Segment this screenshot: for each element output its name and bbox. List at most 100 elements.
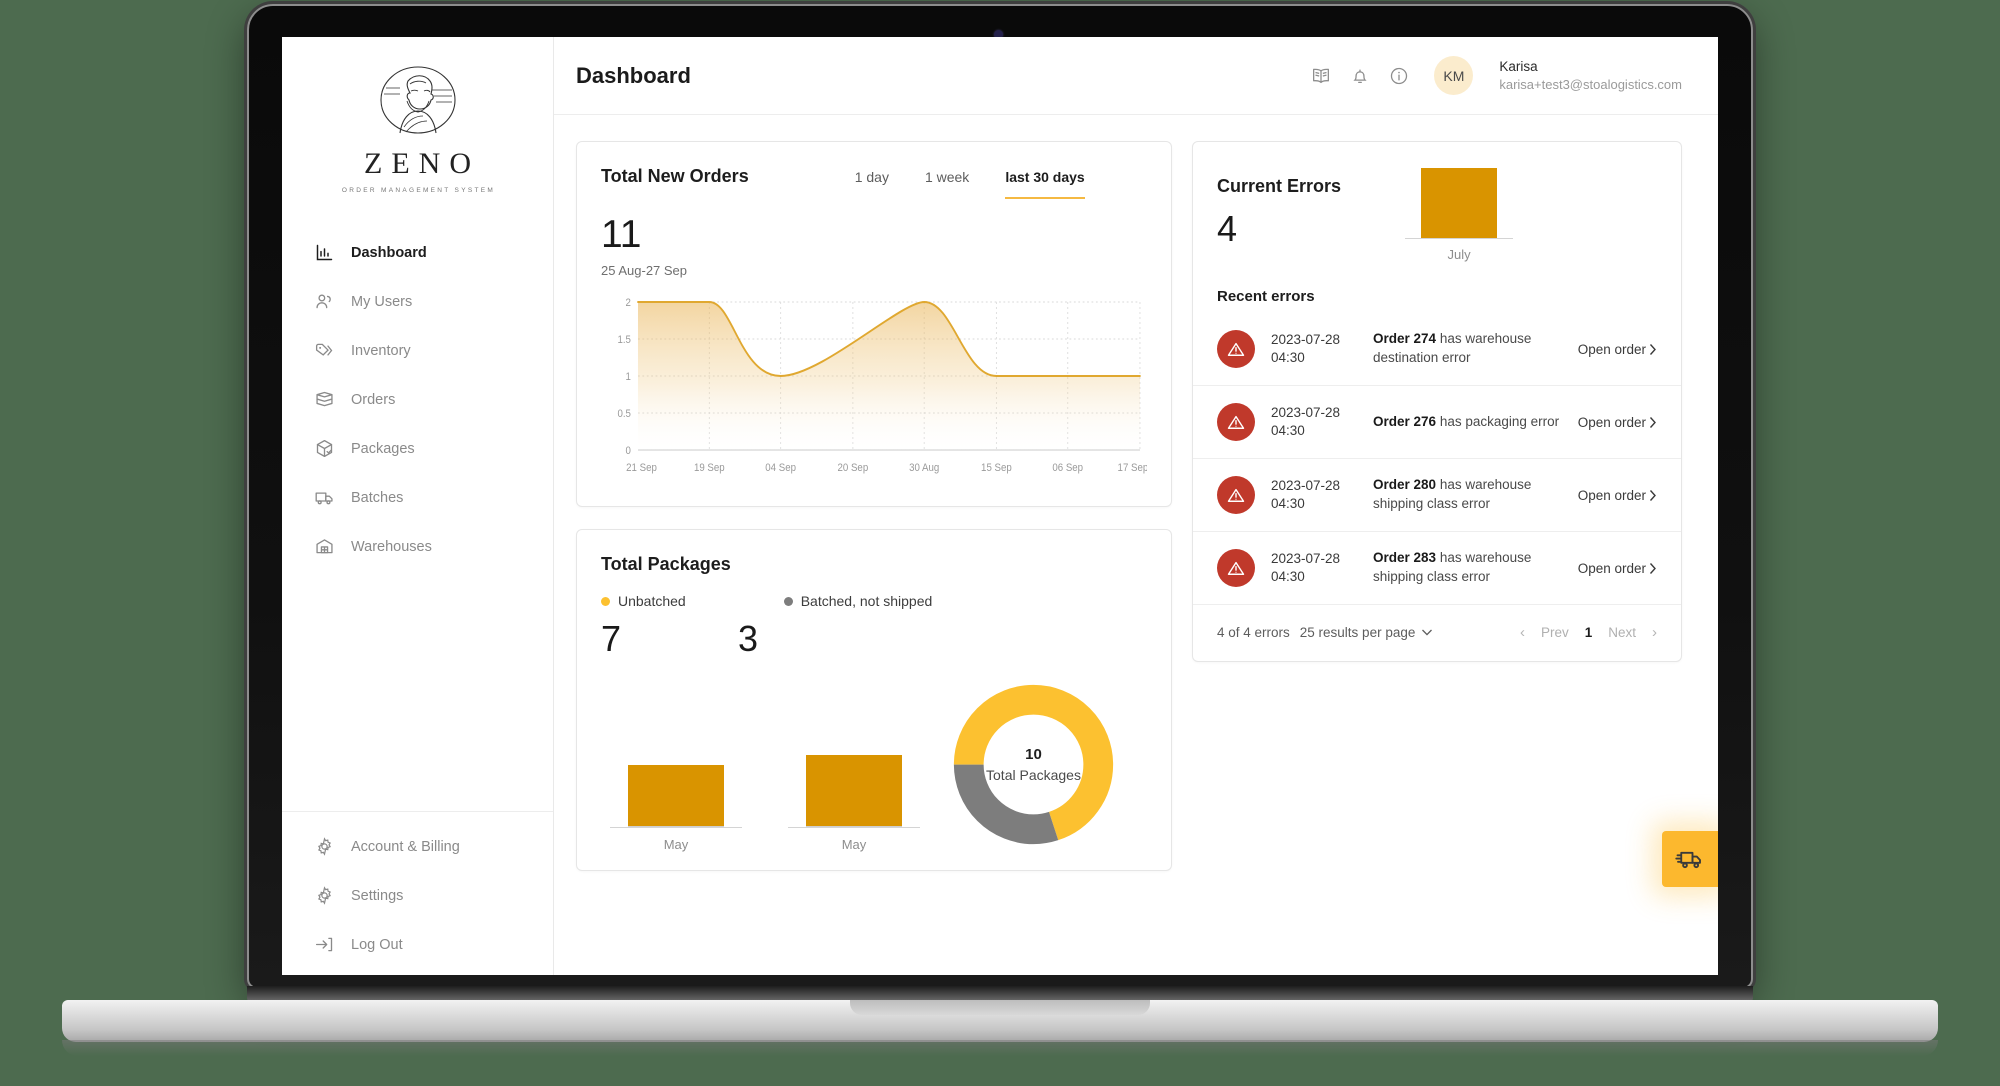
warning-icon bbox=[1217, 330, 1255, 368]
laptop-base-shadow bbox=[62, 1040, 1938, 1056]
error-timestamp: 2023-07-28 04:30 bbox=[1271, 550, 1357, 586]
sidebar-item-packages[interactable]: Packages bbox=[282, 424, 553, 473]
sidebar-item-label: Account & Billing bbox=[351, 838, 460, 855]
top-bar-actions: KM Karisa karisa+test3@stoalogistics.com bbox=[1310, 56, 1682, 95]
table-row[interactable]: 2023-07-28 04:30 Order 280 has warehouse… bbox=[1193, 459, 1681, 532]
book-icon[interactable] bbox=[1310, 65, 1332, 87]
avatar-initials: KM bbox=[1443, 67, 1465, 84]
warning-triangle-icon bbox=[1227, 561, 1245, 575]
legend-label: Unbatched bbox=[618, 593, 686, 609]
errors-bar-chart: July bbox=[1405, 168, 1514, 262]
warning-triangle-icon bbox=[1227, 342, 1245, 356]
error-order-id: Order 274 bbox=[1373, 331, 1437, 347]
warning-triangle-icon bbox=[1227, 488, 1245, 502]
chevron-down-icon bbox=[1422, 629, 1433, 636]
bar-axis bbox=[610, 827, 742, 828]
philosopher-bust-icon bbox=[379, 66, 456, 134]
error-order-id: Order 276 bbox=[1373, 413, 1437, 429]
pagination-prev[interactable]: Prev bbox=[1541, 625, 1569, 640]
chevron-right-icon bbox=[1649, 562, 1656, 574]
total-new-orders-card: Total New Orders 1 day 1 week last 30 da… bbox=[576, 141, 1172, 507]
chevron-right-icon bbox=[1649, 489, 1656, 501]
open-order-link[interactable]: Open order bbox=[1578, 488, 1657, 503]
error-date: 2023-07-28 bbox=[1271, 550, 1341, 566]
sidebar-item-dashboard[interactable]: Dashboard bbox=[282, 228, 553, 277]
bar-unbatched bbox=[628, 765, 724, 827]
sidebar-item-orders[interactable]: Orders bbox=[282, 375, 553, 424]
brand-logo[interactable]: ZENO ORDER MANAGEMENT SYSTEM bbox=[282, 51, 553, 228]
info-icon[interactable] bbox=[1388, 65, 1410, 87]
pagination-page-1[interactable]: 1 bbox=[1585, 625, 1593, 640]
batched-value: 3 bbox=[738, 618, 759, 659]
error-timestamp: 2023-07-28 04:30 bbox=[1271, 331, 1357, 367]
open-order-link[interactable]: Open order bbox=[1578, 342, 1657, 357]
bar-july bbox=[1421, 168, 1498, 238]
error-time: 04:30 bbox=[1271, 350, 1305, 365]
table-row[interactable]: 2023-07-28 04:30 Order 274 has warehouse… bbox=[1193, 313, 1681, 386]
right-column: Current Errors 4 July Recent errors 2023… bbox=[1192, 141, 1682, 662]
user-info[interactable]: Karisa karisa+test3@stoalogistics.com bbox=[1499, 58, 1682, 93]
tab-1-day[interactable]: 1 day bbox=[855, 169, 889, 199]
shipping-fab-button[interactable] bbox=[1662, 831, 1718, 887]
bar-axis bbox=[788, 827, 920, 828]
packages-legend: Unbatched Batched, not shipped bbox=[601, 593, 1147, 609]
current-errors-card: Current Errors 4 July Recent errors 2023… bbox=[1192, 141, 1682, 662]
open-order-link[interactable]: Open order bbox=[1578, 561, 1657, 576]
tab-1-week[interactable]: 1 week bbox=[925, 169, 969, 199]
sidebar-item-my-users[interactable]: My Users bbox=[282, 277, 553, 326]
bell-icon[interactable] bbox=[1349, 65, 1371, 87]
svg-text:04 Sep: 04 Sep bbox=[765, 463, 796, 475]
sidebar-item-label: Packages bbox=[351, 440, 415, 457]
svg-text:2: 2 bbox=[626, 298, 632, 310]
users-icon bbox=[316, 294, 331, 309]
donut-svg bbox=[953, 684, 1114, 845]
warning-triangle-icon bbox=[1227, 415, 1245, 429]
error-date: 2023-07-28 bbox=[1271, 331, 1341, 347]
error-order-id: Order 280 bbox=[1373, 477, 1437, 493]
tag-icon bbox=[315, 343, 333, 356]
pagination-controls: ‹ Prev 1 Next › bbox=[1520, 624, 1657, 641]
svg-text:19 Sep: 19 Sep bbox=[694, 463, 725, 475]
pagination: 4 of 4 errors 25 results per page ‹ Prev… bbox=[1193, 605, 1681, 661]
pagination-next[interactable]: Next bbox=[1608, 625, 1636, 640]
table-row[interactable]: 2023-07-28 04:30 Order 276 has packaging… bbox=[1193, 386, 1681, 459]
table-row[interactable]: 2023-07-28 04:30 Order 283 has warehouse… bbox=[1193, 532, 1681, 605]
sidebar-item-warehouses[interactable]: Warehouses bbox=[282, 522, 553, 571]
svg-text:1: 1 bbox=[626, 372, 632, 384]
main-area: Dashboard KM Karisa karisa+test3@stoalog… bbox=[554, 37, 1718, 975]
sidebar-item-inventory[interactable]: Inventory bbox=[282, 326, 553, 375]
sidebar-item-label: Inventory bbox=[351, 342, 411, 359]
error-date: 2023-07-28 bbox=[1271, 404, 1341, 420]
svg-text:06 Sep: 06 Sep bbox=[1052, 463, 1083, 475]
sidebar-item-settings[interactable]: Settings bbox=[282, 871, 553, 920]
sidebar-item-account-billing[interactable]: Account & Billing bbox=[282, 822, 553, 871]
svg-text:20 Sep: 20 Sep bbox=[838, 463, 869, 475]
orders-date-range: 25 Aug-27 Sep bbox=[601, 263, 688, 278]
bar-axis bbox=[1405, 238, 1514, 239]
bar-label: May bbox=[663, 837, 689, 852]
packages-donut-chart: 10 Total Packages bbox=[946, 677, 1121, 852]
user-name: Karisa bbox=[1499, 59, 1538, 75]
pagination-next-arrow[interactable]: › bbox=[1652, 624, 1657, 641]
secondary-navigation: Account & Billing Settings Log Out bbox=[282, 811, 553, 975]
pagination-summary: 4 of 4 errors bbox=[1217, 625, 1290, 640]
card-title: Current Errors bbox=[1217, 176, 1342, 196]
svg-text:0: 0 bbox=[626, 446, 632, 458]
bar-batched bbox=[806, 755, 902, 827]
tab-last-30-days[interactable]: last 30 days bbox=[1005, 169, 1085, 199]
sidebar-item-log-out[interactable]: Log Out bbox=[282, 920, 553, 969]
open-order-label: Open order bbox=[1577, 341, 1646, 357]
pagination-prev-arrow[interactable]: ‹ bbox=[1520, 624, 1525, 641]
bar-chart-icon bbox=[316, 244, 333, 261]
dashboard-content: Total New Orders 1 day 1 week last 30 da… bbox=[554, 115, 1718, 975]
open-order-label: Open order bbox=[1577, 487, 1646, 503]
avatar[interactable]: KM bbox=[1434, 56, 1474, 95]
open-order-link[interactable]: Open order bbox=[1578, 415, 1657, 430]
sidebar-item-batches[interactable]: Batches bbox=[282, 473, 553, 522]
chevron-right-icon bbox=[1649, 343, 1656, 355]
screenshot-scene: ZENO ORDER MANAGEMENT SYSTEM Dashboard M… bbox=[0, 0, 2000, 1086]
results-per-page-select[interactable]: 25 results per page bbox=[1300, 625, 1433, 640]
card-title: Total Packages bbox=[601, 554, 731, 574]
error-time: 04:30 bbox=[1271, 496, 1305, 511]
